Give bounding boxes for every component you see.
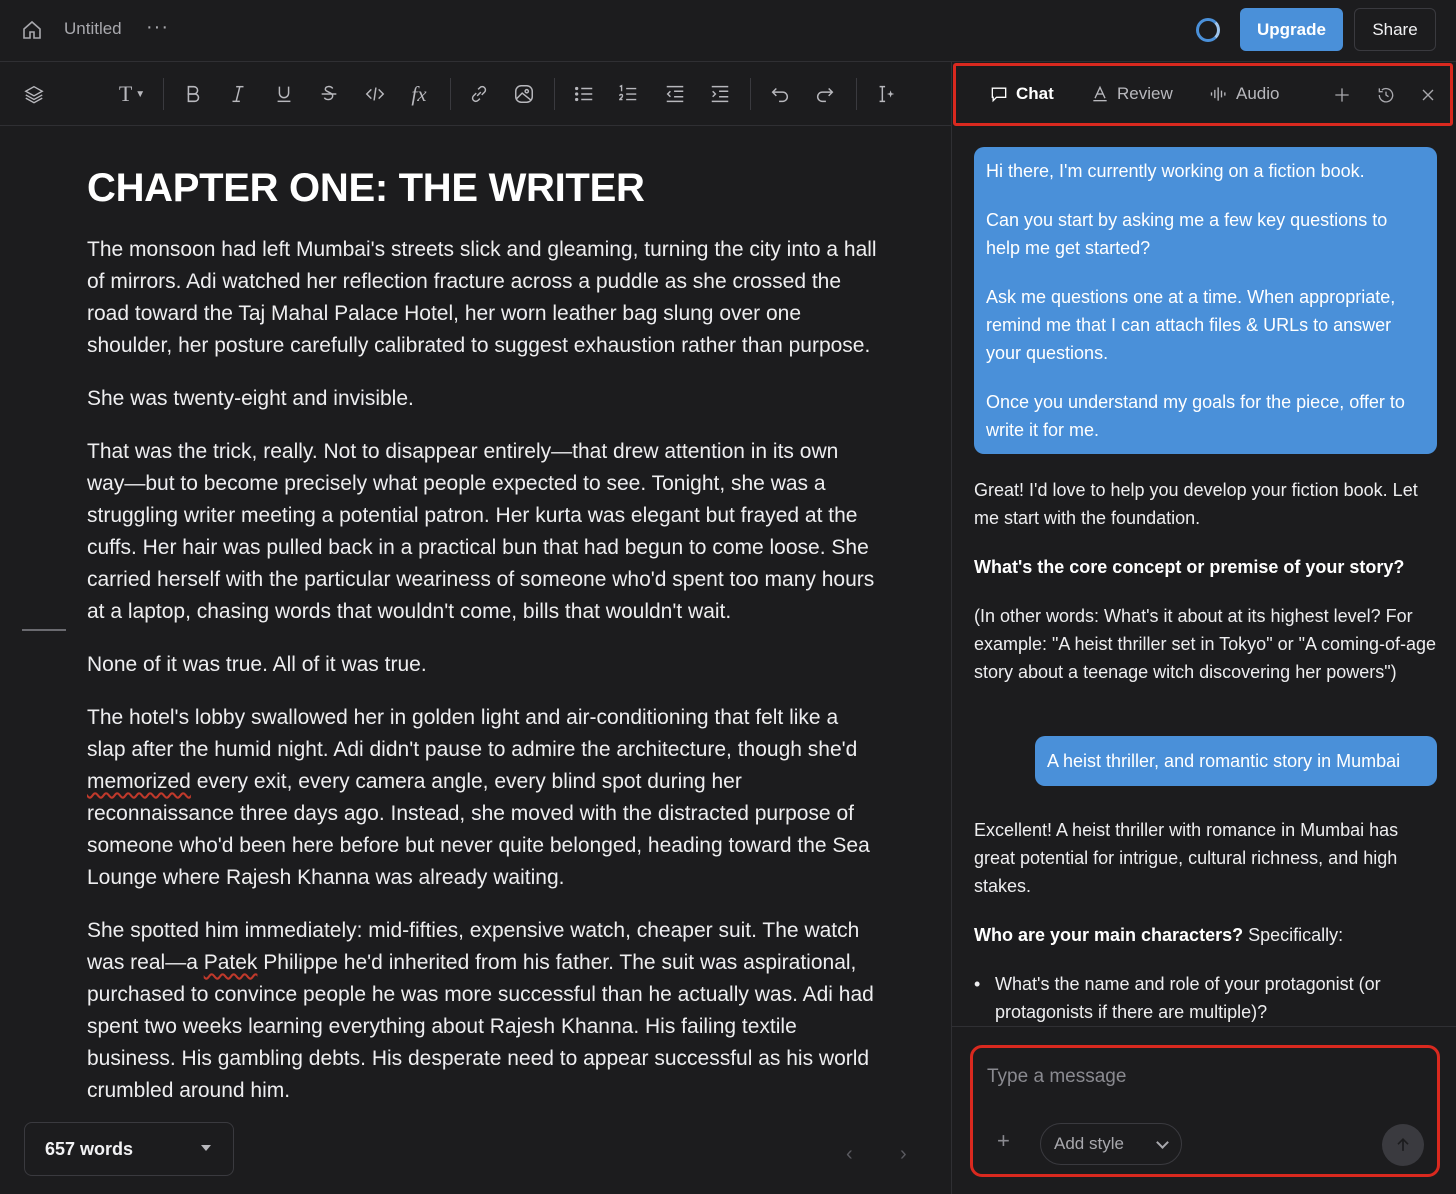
chat-thread[interactable]: Hi there, I'm currently working on a fic…	[952, 126, 1456, 1026]
attach-plus-icon[interactable]: +	[997, 1128, 1010, 1154]
bold-text: What's the core concept or premise of yo…	[974, 557, 1405, 577]
message-paragraph: Once you understand my goals for the pie…	[986, 392, 1405, 440]
toolbar-divider	[450, 78, 451, 110]
arrow-up-icon	[1397, 1137, 1409, 1151]
caret-down-icon	[201, 1145, 211, 1151]
section-marker	[22, 629, 66, 631]
bullet-list-icon[interactable]	[571, 81, 597, 107]
message-paragraph: Can you start by asking me a few key que…	[986, 210, 1388, 258]
review-icon	[1093, 85, 1107, 102]
sync-status-icon	[1196, 18, 1220, 42]
user-message: Hi there, I'm currently working on a fic…	[974, 147, 1437, 454]
chat-bubble-icon	[991, 87, 1007, 103]
tab-review[interactable]: Review	[1090, 84, 1173, 104]
redo-icon[interactable]	[812, 81, 838, 107]
message-paragraph: Ask me questions one at a time. When app…	[986, 287, 1396, 363]
toolbar-divider	[856, 78, 857, 110]
tab-audio[interactable]: Audio	[1209, 84, 1279, 104]
user-message: A heist thriller, and romantic story in …	[1035, 736, 1437, 786]
italic-icon[interactable]	[225, 81, 251, 107]
history-icon[interactable]	[1374, 83, 1398, 107]
indent-icon[interactable]	[707, 81, 733, 107]
upgrade-button[interactable]: Upgrade	[1240, 8, 1343, 51]
document-title[interactable]: Untitled	[64, 19, 122, 39]
toolbar-divider	[163, 78, 164, 110]
more-options-icon[interactable]: ···	[146, 16, 169, 39]
paragraph[interactable]: She spotted him immediately: mid-fifties…	[87, 915, 877, 1107]
message-paragraph: Excellent! A heist thriller with romance…	[974, 820, 1399, 896]
assistant-message: Excellent! A heist thriller with romance…	[974, 816, 1444, 1026]
message-paragraph: Great! I'd love to help you develop your…	[974, 480, 1418, 528]
add-style-label: Add style	[1054, 1134, 1124, 1153]
text-span: every exit, every camera angle, every bl…	[87, 770, 870, 889]
chevron-left-icon[interactable]: ‹	[846, 1143, 853, 1166]
paragraph[interactable]: The hotel's lobby swallowed her in golde…	[87, 702, 877, 894]
paragraph[interactable]: None of it was true. All of it was true.	[87, 649, 877, 681]
text-span: Specifically:	[1243, 925, 1344, 945]
paragraph[interactable]: She was twenty-eight and invisible.	[87, 383, 877, 415]
formula-icon[interactable]: fx	[406, 81, 432, 107]
paragraph[interactable]: That was the trick, really. Not to disap…	[87, 436, 877, 628]
word-count-dropdown[interactable]: 657 words	[24, 1122, 234, 1176]
message-composer: + Add style	[970, 1045, 1440, 1177]
chevron-right-icon[interactable]: ›	[900, 1143, 907, 1166]
misspelled-word[interactable]: memorized	[87, 770, 191, 793]
assistant-message: Great! I'd love to help you develop your…	[974, 476, 1444, 707]
outdent-icon[interactable]	[662, 81, 688, 107]
code-icon[interactable]	[362, 81, 388, 107]
word-count-label: 657 words	[45, 1139, 134, 1159]
ai-cursor-icon[interactable]	[873, 81, 899, 107]
share-button[interactable]: Share	[1354, 8, 1436, 51]
misspelled-word[interactable]: Patek	[204, 951, 258, 974]
editor-toolbar: T ▼ fx	[0, 62, 951, 126]
panel-tab-bar: Chat Review Audio	[953, 63, 1453, 126]
layers-icon[interactable]	[21, 81, 47, 107]
list-item: What's the name and role of your protago…	[974, 970, 1444, 1026]
tab-label: Chat	[1016, 84, 1054, 103]
send-button[interactable]	[1382, 1124, 1424, 1166]
home-icon[interactable]	[20, 18, 44, 42]
add-style-dropdown[interactable]: Add style	[1040, 1123, 1182, 1165]
tab-label: Audio	[1236, 84, 1280, 103]
text-style-icon[interactable]: T ▼	[114, 81, 150, 107]
text-span: The hotel's lobby swallowed her in golde…	[87, 706, 858, 761]
undo-icon[interactable]	[767, 81, 793, 107]
tab-label: Review	[1117, 84, 1173, 103]
top-bar: Untitled ··· Upgrade Share	[0, 0, 1456, 62]
strikethrough-icon[interactable]	[316, 81, 342, 107]
paragraph[interactable]: The monsoon had left Mumbai's streets sl…	[87, 234, 877, 362]
numbered-list-icon[interactable]	[615, 81, 641, 107]
message-paragraph: (In other words: What's it about at its …	[974, 606, 1437, 682]
image-icon[interactable]	[511, 81, 537, 107]
bullet-list: What's the name and role of your protago…	[974, 970, 1444, 1026]
document-editor[interactable]: CHAPTER ONE: THE WRITER The monsoon had …	[0, 126, 951, 1194]
plus-icon[interactable]	[1330, 83, 1354, 107]
chevron-down-icon	[1156, 1136, 1169, 1149]
message-paragraph: Hi there, I'm currently working on a fic…	[986, 161, 1365, 181]
toolbar-divider	[554, 78, 555, 110]
bold-text: Who are your main characters?	[974, 925, 1244, 945]
message-question: Who are your main characters? Specifical…	[974, 921, 1444, 949]
message-input[interactable]	[987, 1062, 1417, 1092]
divider	[952, 1026, 1456, 1027]
close-icon[interactable]	[1416, 83, 1440, 107]
assistant-panel: Chat Review Audio Hi there, I'm currentl…	[951, 62, 1456, 1194]
tab-chat[interactable]: Chat	[989, 84, 1054, 104]
document-body[interactable]: The monsoon had left Mumbai's streets sl…	[87, 234, 877, 1128]
chapter-heading[interactable]: CHAPTER ONE: THE WRITER	[87, 166, 645, 211]
link-icon[interactable]	[466, 81, 492, 107]
bold-icon[interactable]	[180, 81, 206, 107]
message-question: What's the core concept or premise of yo…	[974, 553, 1444, 581]
toolbar-divider	[750, 78, 751, 110]
underline-icon[interactable]	[271, 81, 297, 107]
audio-wave-icon	[1210, 87, 1226, 101]
